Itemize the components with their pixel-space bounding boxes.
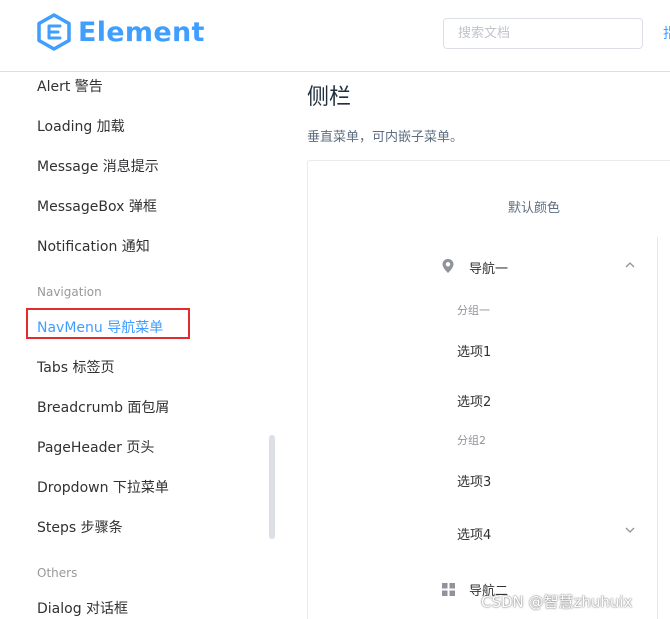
page-title: 侧栏	[307, 85, 352, 110]
menu-item-option1[interactable]: 选项1	[457, 341, 491, 360]
menu-group-two: 分组2	[457, 434, 486, 447]
logo-text: Element	[78, 16, 205, 48]
sidebar-item-tabs[interactable]: Tabs 标签页	[37, 357, 114, 377]
sidebar-item-dropdown[interactable]: Dropdown 下拉菜单	[37, 477, 169, 497]
sidebar-item-steps[interactable]: Steps 步骤条	[37, 517, 123, 537]
sidebar-item-messagebox[interactable]: MessageBox 弹框	[37, 196, 157, 216]
sidebar-item-message[interactable]: Message 消息提示	[37, 156, 159, 176]
chevron-up-icon[interactable]	[624, 261, 636, 269]
element-logo[interactable]: Element	[36, 13, 205, 51]
demo-label: 默认颜色	[508, 201, 561, 216]
top-header: Element 指	[0, 0, 670, 72]
sidebar-item-breadcrumb[interactable]: Breadcrumb 面包屑	[37, 397, 169, 417]
sidebar-item-loading[interactable]: Loading 加载	[37, 116, 125, 136]
menu-item-option4[interactable]: 选项4	[457, 524, 491, 543]
section-description: 垂直菜单，可内嵌子菜单。	[307, 130, 464, 145]
menu-group-one: 分组一	[457, 304, 490, 317]
sidebar-scrollbar[interactable]	[269, 435, 275, 539]
chevron-down-icon[interactable]	[624, 526, 636, 534]
menu-item-option2[interactable]: 选项2	[457, 391, 491, 410]
header-nav-link[interactable]: 指	[663, 23, 670, 43]
sidebar-item-dialog[interactable]: Dialog 对话框	[37, 598, 128, 618]
sidebar-item-alert[interactable]: Alert 警告	[37, 76, 103, 96]
watermark: CSDN @智慧zhuhuix	[481, 593, 633, 611]
sidebar-item-notification[interactable]: Notification 通知	[37, 236, 150, 256]
submenu-nav-one[interactable]: 导航一	[469, 258, 508, 277]
sidebar: Alert 警告 Loading 加载 Message 消息提示 Message…	[0, 72, 280, 619]
sidebar-item-navmenu[interactable]: NavMenu 导航菜单	[37, 317, 163, 337]
demo-block	[307, 160, 670, 619]
location-icon	[442, 259, 454, 273]
element-logo-icon	[37, 13, 71, 51]
menu-right-border	[657, 237, 658, 619]
sidebar-item-pageheader[interactable]: PageHeader 页头	[37, 437, 154, 457]
menu-grid-icon	[442, 583, 455, 596]
sidebar-group-others: Others	[37, 566, 78, 580]
menu-item-option3[interactable]: 选项3	[457, 471, 491, 490]
sidebar-group-navigation: Navigation	[37, 285, 102, 299]
search-input[interactable]	[443, 18, 643, 49]
